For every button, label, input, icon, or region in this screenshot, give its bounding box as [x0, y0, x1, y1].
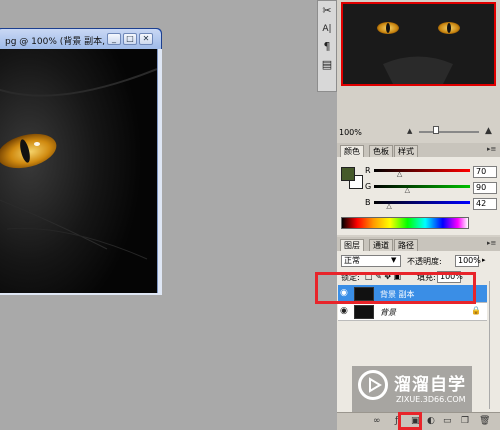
layers-panel-header: 图层 通道 路径 ▸≡	[337, 237, 500, 252]
adjustment-layer-icon[interactable]: ◐	[427, 416, 435, 426]
document-window: pg @ 100% (背景 副本, ... _ □ ✕	[0, 28, 162, 295]
navigator-zoom-value[interactable]: 100%	[339, 128, 362, 137]
navigator-panel: 100% ▲ ▲	[337, 0, 500, 140]
notes-tool-icon[interactable]: ▤	[319, 57, 335, 73]
g-label: G	[365, 182, 372, 191]
g-value[interactable]: 90	[473, 182, 497, 194]
chevron-down-icon[interactable]: ▼	[391, 256, 396, 264]
new-layer-icon[interactable]: ❐	[461, 416, 469, 426]
color-panel-header: 颜色 色板 样式 ▸≡	[337, 143, 500, 158]
layer-name: 背景	[380, 308, 396, 317]
image-canvas[interactable]	[0, 49, 157, 293]
scissors-icon[interactable]: ✂	[319, 3, 335, 19]
lock-icon: 🔒	[471, 306, 481, 315]
trash-icon[interactable]: 🗑	[479, 416, 490, 426]
cat-eye-image	[0, 49, 157, 293]
tool-strip: ✂ A| ¶ ▤	[317, 0, 337, 92]
color-panel: R △ 70 G △ 90 B △ 42	[337, 157, 500, 235]
type-tool-icon[interactable]: A|	[319, 21, 335, 37]
layers-scrollbar[interactable]	[489, 281, 499, 409]
zoom-out-icon[interactable]: ▲	[407, 127, 412, 135]
opacity-input[interactable]: 100%	[455, 255, 481, 267]
panel-menu-icon[interactable]: ▸≡	[487, 239, 496, 247]
watermark-logo	[358, 370, 388, 400]
chevron-right-icon[interactable]: ▸	[482, 256, 486, 264]
link-layers-icon[interactable]: ∞	[373, 416, 381, 426]
opacity-label: 不透明度:	[407, 257, 442, 266]
b-label: B	[365, 198, 371, 207]
eye-icon[interactable]: ◉	[340, 306, 348, 316]
g-slider-knob[interactable]: △	[405, 186, 410, 194]
scrollbar-vertical[interactable]	[157, 49, 162, 293]
paragraph-icon[interactable]: ¶	[319, 39, 335, 55]
document-frame-bottom	[0, 293, 162, 295]
highlight-box-new-layer	[398, 412, 422, 430]
layer-row-background[interactable]: ◉ 背景 🔒	[338, 303, 487, 321]
panel-menu-icon[interactable]: ▸≡	[487, 145, 496, 153]
r-slider[interactable]	[374, 169, 470, 172]
close-button[interactable]: ✕	[139, 33, 153, 45]
navigator-thumbnail[interactable]	[341, 2, 496, 86]
highlight-box-layer	[315, 272, 476, 304]
minimize-button[interactable]: _	[107, 33, 121, 45]
restore-button[interactable]: □	[123, 33, 137, 45]
document-title: pg @ 100% (背景 副本, ...	[5, 37, 105, 47]
document-titlebar[interactable]: pg @ 100% (背景 副本, ... _ □ ✕	[0, 29, 161, 49]
color-spectrum-bar[interactable]	[341, 217, 469, 229]
r-slider-knob[interactable]: △	[397, 170, 402, 178]
new-group-icon[interactable]: ▭	[443, 416, 452, 426]
watermark-title: 溜溜自学	[394, 375, 466, 395]
b-value[interactable]: 42	[473, 198, 497, 210]
g-slider[interactable]	[374, 185, 470, 188]
navigator-zoom-slider[interactable]	[419, 131, 479, 133]
b-slider-knob[interactable]: △	[386, 202, 391, 210]
r-label: R	[365, 166, 371, 175]
play-icon	[369, 377, 382, 393]
navigator-zoom-knob[interactable]	[433, 126, 439, 134]
r-value[interactable]: 70	[473, 166, 497, 178]
watermark-url: ZIXUE.3D66.COM	[396, 395, 466, 404]
layer-thumbnail	[354, 305, 374, 319]
navigator-preview-image	[343, 4, 494, 84]
watermark: 溜溜自学 ZIXUE.3D66.COM	[352, 366, 472, 412]
zoom-in-icon[interactable]: ▲	[485, 126, 492, 136]
foreground-color-swatch[interactable]	[341, 167, 355, 181]
